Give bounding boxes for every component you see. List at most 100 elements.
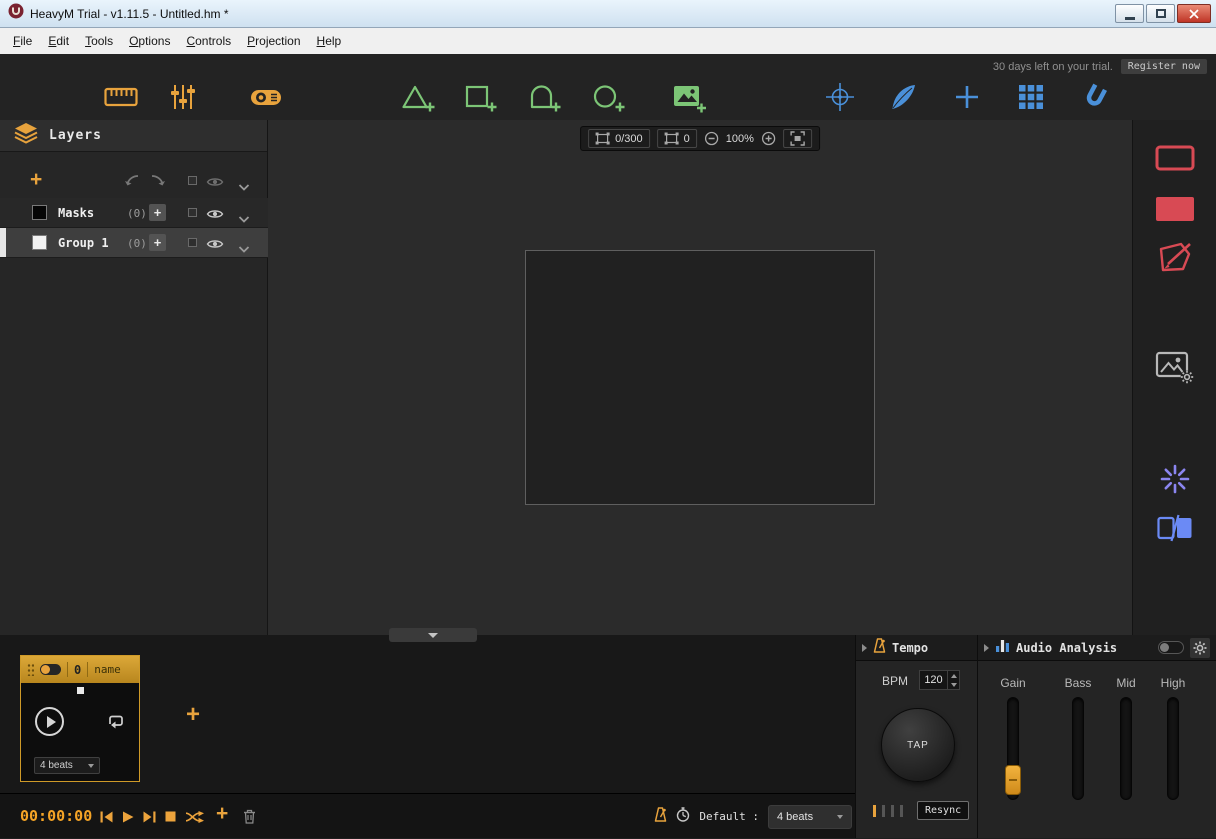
trash-icon — [243, 809, 256, 824]
gain-slider-handle[interactable] — [1005, 765, 1021, 795]
tap-tempo-button[interactable]: TAP — [881, 708, 955, 782]
media-settings-button[interactable] — [1155, 350, 1195, 384]
sequence-block[interactable]: 0 name 4 beats — [20, 655, 140, 782]
bass-slider-track[interactable] — [1072, 697, 1084, 800]
masks-color-swatch[interactable] — [32, 205, 47, 220]
feather-draw-button[interactable] — [885, 79, 921, 115]
add-sequence-button[interactable]: + — [186, 701, 200, 729]
menu-controls[interactable]: Controls — [178, 30, 239, 52]
menu-help[interactable]: Help — [309, 30, 350, 52]
add-layer-button[interactable]: + — [30, 167, 42, 193]
minimize-button[interactable] — [1115, 4, 1144, 23]
skip-end-button[interactable] — [143, 811, 156, 823]
freehand-draw-effect-button[interactable] — [1156, 240, 1194, 274]
add-to-group-button[interactable]: + — [149, 234, 166, 251]
fit-view-button[interactable] — [783, 129, 812, 148]
stop-button[interactable] — [165, 811, 176, 822]
mid-slider-track[interactable] — [1120, 697, 1132, 800]
slides-transition-button[interactable] — [1157, 514, 1193, 542]
group-1-visibility-eye-icon[interactable] — [206, 237, 224, 255]
menu-file[interactable]: File — [5, 30, 40, 52]
bpm-decrease-button[interactable] — [948, 680, 959, 689]
maximize-button[interactable] — [1146, 4, 1175, 23]
zoom-in-button[interactable] — [761, 131, 776, 146]
sequence-play-button[interactable] — [35, 707, 64, 736]
projector-output-button[interactable] — [248, 79, 284, 115]
audio-settings-button[interactable] — [1190, 638, 1210, 658]
masks-visibility-eye-icon[interactable] — [206, 207, 224, 225]
transport-bar: 00:00:00 + — [0, 793, 855, 838]
burst-effect-button[interactable] — [1160, 464, 1190, 494]
bpm-spinner[interactable]: 120 — [919, 670, 960, 690]
play-button[interactable] — [122, 811, 134, 823]
add-media-button[interactable] — [671, 79, 707, 115]
add-arch-button[interactable] — [526, 79, 562, 115]
tempo-collapse-arrow-icon[interactable] — [862, 644, 867, 652]
menu-edit[interactable]: Edit — [40, 30, 77, 52]
sequence-header[interactable]: 0 name — [21, 656, 139, 683]
masks-blend-checkbox[interactable] — [188, 208, 197, 217]
target-crosshair-button[interactable] — [822, 79, 858, 115]
layer-row-group-1[interactable]: Group 1 (0) + — [0, 228, 268, 258]
zoom-out-button[interactable] — [704, 131, 719, 146]
resync-button[interactable]: Resync — [917, 801, 969, 820]
add-track-button[interactable]: + — [216, 802, 228, 826]
bpm-value[interactable]: 120 — [920, 671, 947, 689]
add-rectangle-icon — [463, 81, 497, 113]
menu-options[interactable]: Options — [121, 30, 178, 52]
add-rectangle-button[interactable] — [462, 79, 498, 115]
mapping-canvas[interactable]: 0/300 0 100% — [268, 120, 1132, 635]
sequence-active-toggle[interactable] — [40, 664, 61, 675]
mask-count-icon — [595, 132, 610, 145]
drag-grip-icon[interactable] — [27, 663, 34, 676]
grid-button[interactable] — [1013, 79, 1049, 115]
outline-effect-button[interactable] — [1155, 145, 1195, 171]
add-point-button[interactable] — [949, 79, 985, 115]
add-triangle-button[interactable] — [400, 79, 436, 115]
global-blend-checkbox[interactable] — [188, 176, 197, 185]
keyboard-shortcuts-button[interactable] — [103, 79, 139, 115]
collapse-all-chevron-icon[interactable] — [238, 178, 250, 196]
sequence-beats-dropdown[interactable]: 4 beats — [34, 757, 100, 774]
bpm-increase-button[interactable] — [948, 671, 959, 680]
shuffle-button[interactable] — [185, 811, 204, 823]
magnet-snap-button[interactable] — [1077, 79, 1113, 115]
layer-row-masks[interactable]: Masks (0) + — [0, 198, 268, 228]
selected-row-indicator — [0, 228, 6, 257]
bpm-label: BPM — [882, 674, 908, 688]
toggle-knob — [41, 665, 50, 674]
projection-surface[interactable] — [525, 250, 875, 505]
audio-collapse-arrow-icon[interactable] — [984, 644, 989, 652]
fill-effect-button[interactable] — [1155, 196, 1195, 222]
close-button[interactable] — [1177, 4, 1211, 23]
register-now-button[interactable]: Register now — [1121, 59, 1207, 74]
merge-up-icon[interactable] — [150, 174, 166, 192]
skip-start-button[interactable] — [100, 811, 113, 823]
sequence-loop-button[interactable] — [106, 713, 126, 734]
sequences-zone[interactable]: 0 name 4 beats + — [0, 635, 855, 793]
menu-tools[interactable]: Tools — [77, 30, 121, 52]
group-1-blend-checkbox[interactable] — [188, 238, 197, 247]
bottom-panel-collapse-handle[interactable] — [389, 628, 477, 642]
masks-expand-chevron-icon[interactable] — [238, 210, 250, 228]
group-1-color-swatch[interactable] — [32, 235, 47, 250]
transport-beats-dropdown[interactable]: 4 beats — [768, 805, 852, 829]
sequence-beats-value: 4 beats — [40, 760, 73, 771]
high-slider-track[interactable] — [1167, 697, 1179, 800]
faders-button[interactable] — [165, 79, 201, 115]
sequence-name-field[interactable]: name — [94, 663, 121, 676]
add-mask-button[interactable]: + — [149, 204, 166, 221]
global-visibility-eye-icon[interactable] — [206, 175, 224, 193]
trash-button[interactable] — [243, 809, 256, 829]
add-circle-button[interactable] — [590, 79, 626, 115]
layers-panel-title: Layers — [49, 128, 102, 143]
merge-down-icon[interactable] — [124, 174, 140, 192]
layers-icon — [14, 122, 38, 149]
group-1-expand-chevron-icon[interactable] — [238, 240, 250, 258]
toggle-knob — [1160, 643, 1169, 652]
beat-indicator — [873, 805, 903, 817]
audio-analysis-toggle[interactable] — [1158, 641, 1184, 654]
menu-projection[interactable]: Projection — [239, 30, 308, 52]
audio-bars-icon — [995, 639, 1010, 657]
close-icon — [1189, 9, 1199, 19]
